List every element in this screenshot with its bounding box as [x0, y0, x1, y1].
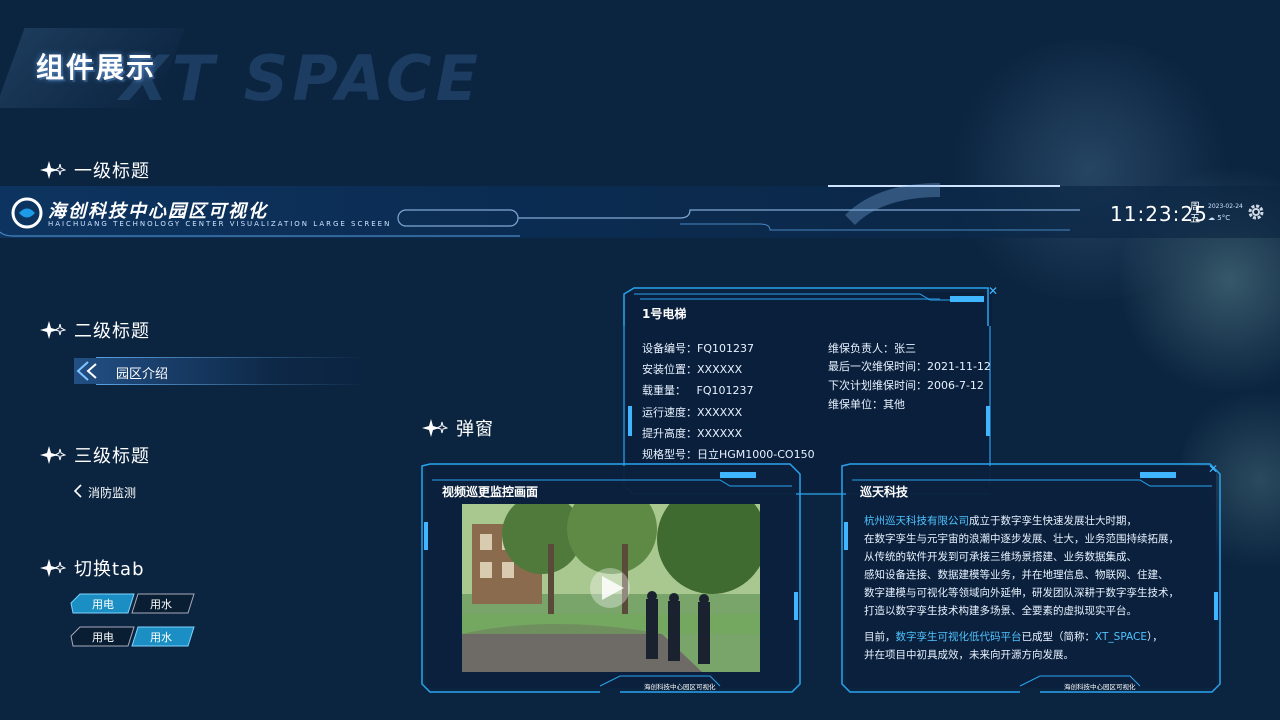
- intro-line: 并在项目中初具成效，未来向开源方向发展。: [864, 649, 1074, 661]
- tab-group-2: 用电 用水: [74, 628, 190, 646]
- section-title-level3: 三级标题: [40, 442, 150, 468]
- sparkle-icon: [40, 161, 66, 179]
- tab-water[interactable]: 用水: [132, 628, 190, 646]
- intro-line: 感知设备连接、数据建模等业务，并在地理信息、物联网、住建、: [864, 569, 1169, 581]
- sparkle-icon: [422, 419, 448, 437]
- close-icon[interactable]: ✕: [1208, 462, 1218, 476]
- intro-line: 从传统的软件开发到可承接三维场景搭建、业务数据集成、: [864, 551, 1137, 563]
- header-subtitle: HAICHUANG TECHNOLOGY CENTER VISUALIZATIO…: [48, 220, 392, 228]
- page-title: 组件展示: [36, 51, 157, 84]
- info-row: 安装位置：XXXXXX: [642, 363, 743, 376]
- divider: [96, 384, 366, 385]
- intro-line: 目前，数字孪生可视化低代码平台已成型（简称：XT_SPACE），: [864, 631, 1163, 643]
- gear-icon[interactable]: [1246, 202, 1266, 222]
- chevron-left-icon: [76, 361, 97, 381]
- weekday-char: 周: [1190, 202, 1200, 213]
- sparkle-icon: [40, 559, 66, 577]
- tab-electricity[interactable]: 用电: [74, 628, 132, 646]
- divider: [96, 357, 366, 358]
- weekday: 周 五: [1190, 202, 1202, 226]
- panel-footer: 海创科技中心园区可视化: [1064, 683, 1136, 691]
- info-row: 设备编号：FQ101237: [642, 342, 754, 355]
- tab-water[interactable]: 用水: [132, 595, 190, 613]
- sparkle-icon: [40, 321, 66, 339]
- section-title-text: 弹窗: [456, 419, 494, 440]
- info-row: 维保负责人：张三: [828, 342, 916, 355]
- video-panel: 视频巡更监控画面 海创科技中心园区可视化: [420, 462, 802, 694]
- logo-icon: [11, 197, 43, 229]
- panel-title: 巡天科技: [860, 485, 909, 499]
- panel-title: 1号电梯: [642, 307, 687, 321]
- weather: ☁ 5°C: [1208, 214, 1231, 222]
- section-title-text: 三级标题: [74, 446, 150, 467]
- watermark: XT SPACE: [120, 42, 483, 115]
- info-row: 规格型号：日立HGM1000-CO150: [642, 448, 815, 461]
- close-icon[interactable]: ✕: [988, 284, 998, 298]
- section-title-text: 二级标题: [74, 321, 150, 342]
- info-row: 下次计划维保时间：2006-7-12: [828, 379, 984, 392]
- sparkle-icon: [40, 446, 66, 464]
- section-title-level2: 二级标题: [40, 317, 150, 343]
- temperature: 5°C: [1217, 214, 1231, 222]
- company-intro: 杭州巡天科技有限公司成立于数字孪生快速发展壮大时期， 在数字孪生与元宇宙的浪潮中…: [864, 512, 1204, 664]
- tab-group-1: 用电 用水: [74, 595, 190, 613]
- section-title-text: 切换tab: [74, 559, 145, 580]
- chevron-left-icon: [73, 484, 82, 498]
- level2-title-text: 园区介绍: [116, 367, 169, 382]
- info-row: 运行速度：XXXXXX: [642, 406, 743, 419]
- panel-title: 视频巡更监控画面: [442, 485, 539, 499]
- level3-title-text: 消防监测: [88, 486, 137, 500]
- section-title-popup: 弹窗: [422, 415, 494, 441]
- section-title-tabs: 切换tab: [40, 555, 145, 581]
- video-player[interactable]: [462, 504, 760, 672]
- weekday-char: 五: [1190, 214, 1200, 225]
- info-row: 提升高度：XXXXXX: [642, 427, 743, 440]
- info-row: 最后一次维保时间：2021-11-12: [828, 360, 991, 373]
- info-row: 维保单位：其他: [828, 398, 905, 411]
- tab-electricity[interactable]: 用电: [74, 595, 132, 613]
- panel-footer: 海创科技中心园区可视化: [644, 683, 716, 691]
- date: 2023-02-24: [1208, 203, 1243, 210]
- intro-line: 数字建模与可视化等领域向外延伸，研发团队深耕于数字孪生技术，: [864, 587, 1179, 599]
- intro-line: 杭州巡天科技有限公司成立于数字孪生快速发展壮大时期，: [864, 515, 1137, 527]
- intro-line: 在数字孪生与元宇宙的浪潮中逐步发展、壮大，业务范围持续拓展，: [864, 533, 1179, 545]
- info-row: 载重量： FQ101237: [642, 384, 754, 397]
- intro-line: 打造以数字孪生技术构建多场景、全要素的虚拟现实平台。: [864, 605, 1137, 617]
